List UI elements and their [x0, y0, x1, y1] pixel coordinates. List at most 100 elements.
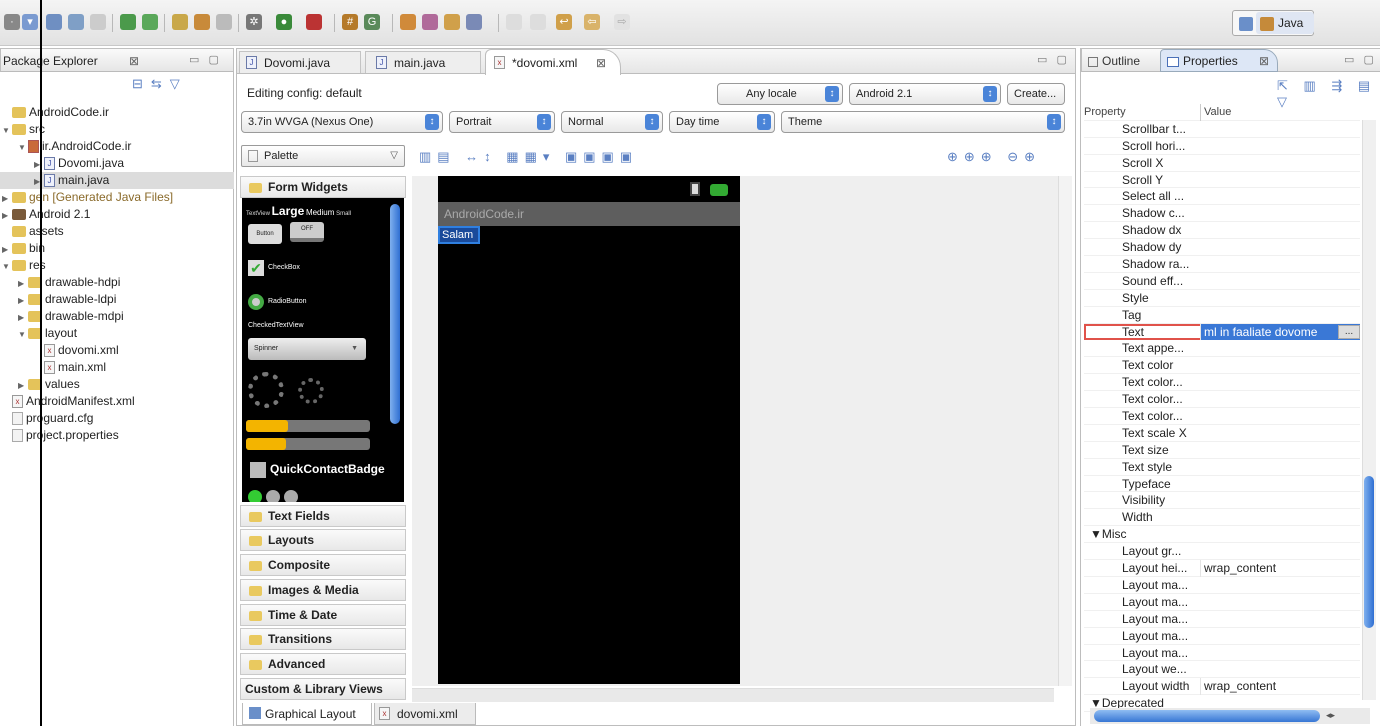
palette-scrollbar[interactable] [390, 204, 400, 424]
text-sizes-preview[interactable]: TextView Large Medium Small [246, 204, 351, 218]
expand-toggle-icon[interactable]: ▶ [2, 190, 12, 207]
expand-toggle-icon[interactable]: ▶ [34, 173, 44, 190]
theme-select[interactable]: Theme [781, 111, 1065, 133]
tree-item[interactable]: ▶ drawable-ldpi [0, 291, 234, 308]
api-level-select[interactable]: Android 2.1 [849, 83, 1001, 105]
external-tools-icon[interactable] [306, 14, 322, 30]
minimize-maximize-icons[interactable]: ▭ ▢ [1344, 53, 1377, 66]
tree-item[interactable]: ▶ values [0, 376, 234, 393]
tree-item[interactable]: x main.xml [0, 359, 234, 376]
radio-button-widget[interactable]: RadioButton [268, 298, 307, 305]
chevron-down-icon[interactable]: ▽ [390, 146, 398, 166]
screen-mode-select[interactable]: Normal [561, 111, 663, 133]
zoom-icons[interactable]: ⊕⊕⊕ ⊖⊕ [947, 149, 1041, 165]
tree-item[interactable]: ▶ Jmain.java [0, 172, 234, 189]
tab-graphical-layout[interactable]: Graphical Layout [242, 703, 372, 725]
tab-properties[interactable]: Properties ⊠ [1160, 49, 1278, 72]
avd-manager-icon[interactable] [142, 14, 158, 30]
palette-section-time-date[interactable]: Time & Date [240, 604, 406, 626]
tab-dovomi-java[interactable]: J Dovomi.java [239, 51, 361, 73]
android-sdk-icon[interactable] [120, 14, 136, 30]
palette-section-transitions[interactable]: Transitions [240, 628, 406, 650]
expand-toggle-icon[interactable]: ▶ [18, 377, 28, 394]
checked-textview-widget[interactable]: CheckedTextView [248, 322, 304, 329]
property-row[interactable]: Layout ma... [1084, 628, 1360, 645]
tree-item[interactable]: assets [0, 223, 234, 240]
tree-item[interactable]: ▼ layout [0, 325, 234, 342]
expand-toggle-icon[interactable]: ▶ [2, 241, 12, 258]
device-select[interactable]: 3.7in WVGA (Nexus One) [241, 111, 443, 133]
property-row[interactable]: Layout gr... [1084, 543, 1360, 561]
palette-section-custom-library-views[interactable]: Custom & Library Views [240, 678, 406, 700]
property-row[interactable]: Shadow ra... [1084, 256, 1360, 273]
canvas-vertical-scrollbar[interactable] [1058, 176, 1072, 686]
new-class-icon[interactable] [194, 14, 210, 30]
property-row[interactable]: Shadow c... [1084, 205, 1360, 223]
property-row[interactable]: Text color [1084, 357, 1360, 375]
tree-item[interactable]: ▼ res [0, 257, 234, 274]
expand-toggle-icon[interactable]: ▶ [18, 275, 28, 292]
tree-item[interactable]: ▶ Android 2.1 [0, 206, 234, 223]
tab-main-java[interactable]: J main.java [365, 51, 481, 73]
properties-hscroll-thumb[interactable] [1094, 710, 1320, 722]
open-type-icon[interactable]: # [342, 14, 358, 30]
property-row[interactable]: Layout we... [1084, 661, 1360, 679]
property-row[interactable]: ▼Misc [1084, 526, 1360, 544]
expand-toggle-icon[interactable]: ▼ [2, 258, 12, 275]
palette-section-images-media[interactable]: Images & Media [240, 579, 406, 601]
print-icon[interactable] [90, 14, 106, 30]
new-project-icon[interactable] [172, 14, 188, 30]
button-widget[interactable]: Button [248, 224, 282, 244]
package-explorer-tab[interactable]: Package Explorer ⊠ ▭ ▢ [0, 48, 234, 72]
expand-toggle-icon[interactable]: ▶ [18, 309, 28, 326]
tab-xml-source[interactable]: x dovomi.xml [374, 703, 476, 725]
property-row[interactable]: Text size [1084, 442, 1360, 459]
property-row[interactable]: Width [1084, 509, 1360, 527]
palette-header[interactable]: Palette ▽ [241, 145, 405, 167]
close-icon[interactable]: ⊠ [596, 56, 606, 70]
tree-item[interactable]: ▼ ir.AndroidCode.ir [0, 138, 234, 155]
tree-item[interactable]: ▶ drawable-mdpi [0, 308, 234, 325]
progress-medium-icon[interactable] [298, 378, 324, 404]
property-row[interactable]: Select all ... [1084, 188, 1360, 206]
property-row[interactable]: Layout ma... [1084, 611, 1360, 628]
property-row[interactable]: Layout width wrap_content [1084, 678, 1360, 696]
checkbox-icon[interactable]: ✔ [248, 260, 264, 276]
tree-item[interactable]: ▼ src [0, 121, 234, 138]
progress-large-icon[interactable] [248, 372, 284, 408]
property-row[interactable]: Text color... [1084, 408, 1360, 425]
property-row[interactable]: Scroll hori... [1084, 138, 1360, 155]
device-screen[interactable]: AndroidCode.ir Salam [438, 176, 740, 684]
day-time-select[interactable]: Day time [669, 111, 775, 133]
property-row[interactable]: Text color... [1084, 391, 1360, 409]
progress-bar[interactable] [246, 420, 370, 432]
tree-item[interactable]: AndroidCode.ir [0, 104, 234, 121]
palette-section-advanced[interactable]: Advanced [240, 653, 406, 675]
palette-section-composite[interactable]: Composite [240, 554, 406, 576]
properties-scroll-thumb[interactable] [1364, 476, 1374, 628]
tree-item[interactable]: x dovomi.xml [0, 342, 234, 359]
palette-section-text-fields[interactable]: Text Fields [240, 505, 406, 527]
tree-item[interactable]: ▶ gen [Generated Java Files] [0, 189, 234, 206]
property-row[interactable]: Scroll X [1084, 155, 1360, 172]
property-row[interactable]: Layout ma... [1084, 594, 1360, 611]
forward-icon[interactable]: ⇦ [584, 14, 600, 30]
minimize-maximize-icons[interactable]: ▭ ▢ [189, 53, 222, 66]
quick-contact-badge-widget[interactable]: QuickContactBadge [270, 462, 385, 476]
next-annotation-icon[interactable] [506, 14, 522, 30]
next-edit-icon[interactable]: ⇨ [614, 14, 630, 30]
tree-item[interactable]: ▶ bin [0, 240, 234, 257]
property-row[interactable]: Typeface [1084, 476, 1360, 493]
property-row[interactable]: Layout hei... wrap_content [1084, 560, 1360, 577]
new-icon[interactable]: · [4, 14, 20, 30]
seek-bar[interactable] [246, 438, 370, 450]
minimize-maximize-icons[interactable]: ▭ ▢ [1037, 53, 1070, 66]
create-config-button[interactable]: Create... [1007, 83, 1065, 105]
expand-toggle-icon[interactable]: ▼ [18, 139, 28, 156]
search-icon[interactable] [422, 14, 438, 30]
palette-section-layouts[interactable]: Layouts [240, 529, 406, 551]
toggle-button-widget[interactable]: OFF [290, 222, 324, 242]
expand-toggle-icon[interactable]: ▶ [34, 156, 44, 173]
save-all-icon[interactable] [68, 14, 84, 30]
property-value[interactable]: wrap_content [1200, 678, 1360, 696]
